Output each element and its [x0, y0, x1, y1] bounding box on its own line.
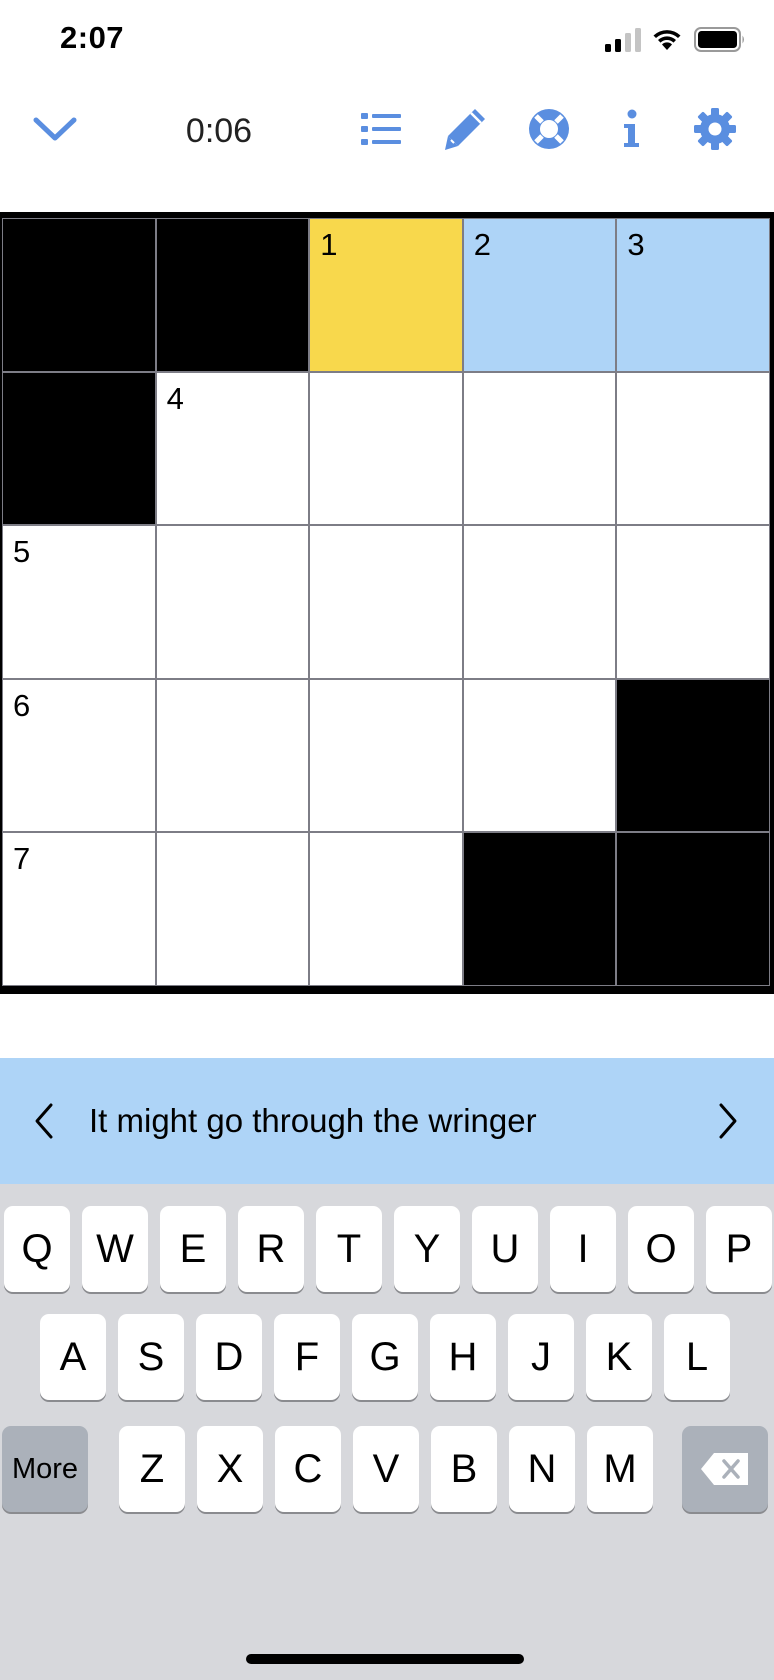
- grid-cell[interactable]: 2: [463, 219, 616, 371]
- next-clue-button[interactable]: [696, 1058, 760, 1184]
- clue-number: 4: [166, 380, 184, 416]
- black-square: [463, 833, 616, 985]
- status-time: 2:07: [60, 20, 125, 55]
- previous-clue-button[interactable]: [12, 1058, 76, 1184]
- key-h[interactable]: H: [430, 1314, 496, 1400]
- chevron-right-icon: [719, 1103, 737, 1139]
- grid-cell[interactable]: [617, 372, 769, 525]
- grid-cell[interactable]: 6: [3, 679, 155, 832]
- grid-cell[interactable]: [310, 372, 462, 525]
- settings-button[interactable]: [688, 102, 742, 156]
- info-icon: [624, 109, 639, 147]
- key-l[interactable]: L: [664, 1314, 730, 1400]
- help-button[interactable]: [522, 102, 576, 156]
- grid-cell[interactable]: 1: [310, 219, 462, 371]
- key-c[interactable]: C: [275, 1426, 341, 1512]
- grid-cell[interactable]: [463, 372, 616, 525]
- key-k[interactable]: K: [586, 1314, 652, 1400]
- more-key[interactable]: More: [2, 1426, 88, 1512]
- key-q[interactable]: Q: [4, 1206, 70, 1292]
- grid-cell[interactable]: [310, 526, 462, 678]
- key-b[interactable]: B: [431, 1426, 497, 1512]
- black-square: [3, 219, 155, 371]
- key-v[interactable]: V: [353, 1426, 419, 1512]
- clue-bar[interactable]: It might go through the wringer: [0, 1058, 774, 1184]
- gear-icon: [694, 108, 736, 150]
- clue-number: 1: [320, 227, 338, 262]
- list-icon: [361, 113, 401, 145]
- key-m[interactable]: M: [587, 1426, 653, 1512]
- black-square: [3, 372, 155, 525]
- crossword-board: 1 2 3 4 5 6 7: [0, 212, 774, 994]
- chevron-left-icon: [35, 1103, 53, 1139]
- grid-cell[interactable]: [156, 833, 309, 985]
- key-u[interactable]: U: [472, 1206, 538, 1292]
- clue-number: 6: [13, 687, 31, 723]
- backspace-key[interactable]: [682, 1426, 768, 1512]
- key-f[interactable]: F: [274, 1314, 340, 1400]
- grid-cell[interactable]: [463, 679, 616, 832]
- key-g[interactable]: G: [352, 1314, 418, 1400]
- clue-number: 3: [627, 227, 645, 262]
- key-t[interactable]: T: [316, 1206, 382, 1292]
- clue-list-button[interactable]: [354, 102, 408, 156]
- key-i[interactable]: I: [550, 1206, 616, 1292]
- grid-cell[interactable]: [617, 526, 769, 678]
- current-clue-text[interactable]: It might go through the wringer: [89, 1058, 537, 1184]
- key-a[interactable]: A: [40, 1314, 106, 1400]
- key-d[interactable]: D: [196, 1314, 262, 1400]
- info-button[interactable]: [604, 102, 658, 156]
- backspace-icon: [701, 1453, 748, 1485]
- battery-icon: [694, 27, 744, 52]
- grid-cell[interactable]: [463, 526, 616, 678]
- key-w[interactable]: W: [82, 1206, 148, 1292]
- home-indicator: [246, 1654, 524, 1664]
- black-square: [156, 219, 309, 371]
- key-x[interactable]: X: [197, 1426, 263, 1512]
- toolbar: 0:06: [0, 88, 774, 168]
- key-y[interactable]: Y: [394, 1206, 460, 1292]
- black-square: [617, 679, 769, 832]
- puzzle-timer[interactable]: 0:06: [160, 112, 278, 151]
- collapse-button[interactable]: [28, 102, 82, 156]
- grid-cell[interactable]: [156, 526, 309, 678]
- clue-number: 2: [473, 227, 492, 262]
- key-j[interactable]: J: [508, 1314, 574, 1400]
- grid-cell[interactable]: [310, 679, 462, 832]
- grid-cell[interactable]: 7: [3, 833, 155, 985]
- clue-number: 5: [13, 534, 31, 570]
- status-bar: 2:07: [0, 0, 774, 80]
- grid-cell[interactable]: [310, 833, 462, 985]
- key-e[interactable]: E: [160, 1206, 226, 1292]
- key-o[interactable]: O: [628, 1206, 694, 1292]
- crossword-grid: 1 2 3 4 5 6 7: [2, 218, 770, 986]
- key-z[interactable]: Z: [119, 1426, 185, 1512]
- pencil-mode-button[interactable]: [438, 102, 492, 156]
- keyboard: More QWERTYUIOP ASDFGHJKL ZXCVBNM: [0, 1184, 774, 1680]
- key-n[interactable]: N: [509, 1426, 575, 1512]
- grid-cell[interactable]: 3: [617, 219, 769, 371]
- black-square: [617, 833, 769, 985]
- key-r[interactable]: R: [238, 1206, 304, 1292]
- clue-number: 7: [13, 841, 31, 877]
- chevron-down-icon: [33, 117, 77, 141]
- key-p[interactable]: P: [706, 1206, 772, 1292]
- wifi-icon: [653, 30, 681, 50]
- key-s[interactable]: S: [118, 1314, 184, 1400]
- pencil-icon: [445, 109, 485, 150]
- lifebuoy-icon: [529, 109, 569, 149]
- grid-cell[interactable]: 5: [3, 526, 155, 678]
- grid-cell[interactable]: [156, 679, 309, 832]
- cellular-signal-icon: [605, 28, 641, 52]
- grid-cell[interactable]: 4: [156, 372, 309, 525]
